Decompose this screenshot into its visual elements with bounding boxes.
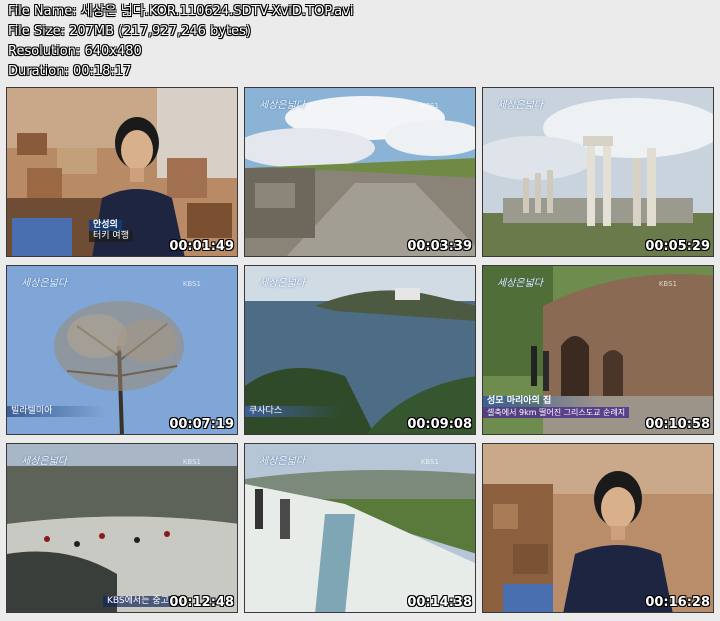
location-caption: 쿠사다스	[245, 406, 343, 417]
channel-logo: 세상은넓다	[259, 278, 305, 289]
timestamp: 00:01:49	[169, 239, 234, 254]
kbs-watermark: KBS1	[658, 280, 677, 288]
file-name-text: File Name: 세상은 넓다.KOR.110624.SDTV-XviD.T…	[8, 4, 354, 19]
file-info-panel: File Name: 세상은 넓다.KOR.110624.SDTV-XviD.T…	[8, 2, 353, 82]
timestamp: 00:10:58	[645, 417, 710, 432]
timestamp: 00:03:39	[407, 239, 472, 254]
kbs-watermark: KBS1	[420, 102, 439, 110]
thumbnail-4[interactable]: 세상은넓다 KBS1 빌라텔미아 00:07:19	[6, 265, 238, 435]
timestamp: 00:12:48	[169, 595, 234, 610]
timestamp: 00:16:28	[645, 595, 710, 610]
timestamp: 00:14:38	[407, 595, 472, 610]
kbs-watermark: KBS1	[182, 458, 201, 466]
kbs-watermark: KBS1	[420, 458, 439, 466]
timestamp: 00:07:19	[169, 417, 234, 432]
channel-logo: 세상은넓다	[259, 100, 305, 111]
location-subcaption: 셀축에서 9km 떨어진 그리스도교 순례지	[483, 407, 630, 418]
location-caption: 성모 마리아의 집	[483, 396, 601, 407]
thumbnail-7[interactable]: 세상은넓다 KBS1 KBS에서는 중고등 00:12:48	[6, 443, 238, 613]
channel-logo: 세상은넓다	[259, 456, 305, 467]
thumbnail-2[interactable]: 세상은넓다 KBS1 00:03:39	[244, 87, 476, 257]
location-caption: 빌라텔미아	[7, 406, 105, 417]
duration-text: Duration: 00:18:17	[8, 64, 132, 79]
resolution-text: Resolution: 640x480	[8, 44, 142, 59]
caption-name: 안성의	[89, 220, 122, 231]
thumbnail-9[interactable]: 00:16:28	[482, 443, 714, 613]
timestamp: 00:05:29	[645, 239, 710, 254]
caption-sub: 터키 여행	[89, 231, 133, 242]
thumbnail-8[interactable]: 세상은넓다 KBS1 00:14:38	[244, 443, 476, 613]
thumbnail-3[interactable]: 세상은넓다 00:05:29	[482, 87, 714, 257]
channel-logo: 세상은넓다	[21, 456, 67, 467]
kbs-watermark: KBS1	[182, 280, 201, 288]
channel-logo: 세상은넓다	[21, 278, 67, 289]
scene-interview-closing	[483, 444, 713, 612]
thumbnail-1[interactable]: 안성의 터키 여행 00:01:49	[6, 87, 238, 257]
timestamp: 00:09:08	[407, 417, 472, 432]
scene-travertine-terraces	[245, 444, 475, 612]
channel-logo: 세상은넓다	[497, 100, 543, 111]
thumbnail-5[interactable]: 세상은넓다 쿠사다스 00:09:08	[244, 265, 476, 435]
file-size-text: File Size: 207MB (217,927,246 bytes)	[8, 24, 251, 39]
scene-temple-columns	[483, 88, 713, 256]
channel-logo: 세상은넓다	[497, 278, 543, 289]
scene-ancient-road	[245, 88, 475, 256]
thumbnail-6[interactable]: 세상은넓다 KBS1 성모 마리아의 집 셀축에서 9km 떨어진 그리스도교 …	[482, 265, 714, 435]
scene-stadium-crowd	[7, 444, 237, 612]
